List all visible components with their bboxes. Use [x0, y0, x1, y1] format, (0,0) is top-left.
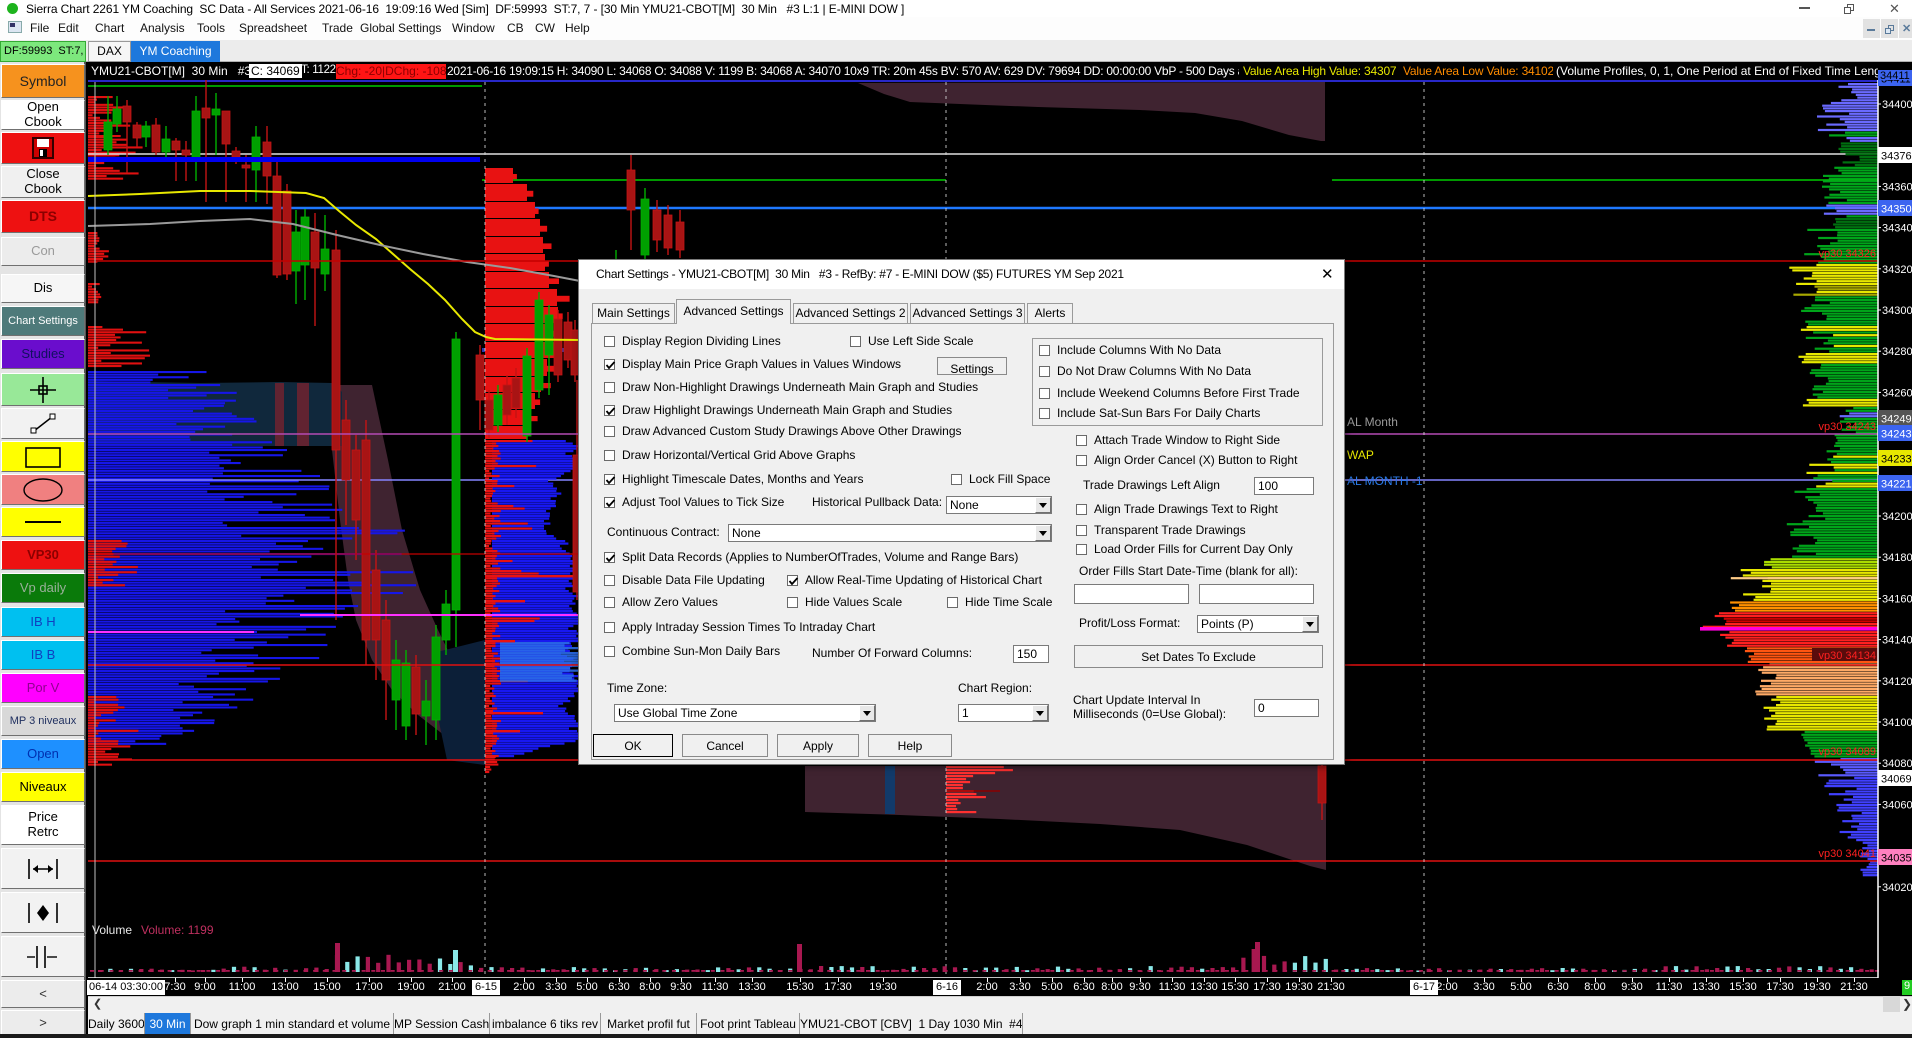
svg-text:34340: 34340 [1882, 223, 1912, 235]
svg-text:AL Month: AL Month [1347, 415, 1398, 429]
svg-text:34080: 34080 [1882, 758, 1912, 770]
svg-text:vp30 34326: vp30 34326 [1819, 248, 1877, 260]
svg-text:34120: 34120 [1882, 676, 1912, 688]
svg-text:34221: 34221 [1881, 479, 1912, 491]
svg-text:34035: 34035 [1881, 853, 1912, 865]
svg-text:34249: 34249 [1881, 414, 1912, 426]
svg-text:34069: 34069 [1881, 774, 1912, 786]
svg-text:34233: 34233 [1881, 454, 1912, 466]
svg-text:34160: 34160 [1882, 593, 1912, 605]
svg-text:34320: 34320 [1882, 264, 1912, 276]
svg-text:34060: 34060 [1882, 799, 1912, 811]
svg-text:34020: 34020 [1882, 882, 1912, 894]
svg-text:34376: 34376 [1881, 151, 1912, 163]
svg-text:34140: 34140 [1882, 635, 1912, 647]
svg-text:34180: 34180 [1882, 552, 1912, 564]
svg-text:34350: 34350 [1881, 204, 1912, 216]
svg-text:34260: 34260 [1882, 387, 1912, 399]
svg-text:34300: 34300 [1882, 305, 1912, 317]
svg-text:AL MONTH -1: AL MONTH -1 [1347, 474, 1423, 488]
svg-text:WAP: WAP [1347, 448, 1374, 462]
svg-text:vp30 34089: vp30 34089 [1819, 746, 1877, 758]
svg-text:34411: 34411 [1881, 80, 1911, 86]
svg-text:vp30 34041: vp30 34041 [1819, 848, 1877, 860]
svg-text:34360: 34360 [1882, 181, 1912, 193]
svg-text:34280: 34280 [1882, 346, 1912, 358]
svg-text:vp30 34243: vp30 34243 [1819, 421, 1877, 433]
svg-text:Volume: Volume [92, 923, 132, 937]
svg-text:34100: 34100 [1882, 717, 1912, 729]
svg-text:vp30 34134: vp30 34134 [1819, 650, 1877, 662]
svg-text:34243: 34243 [1881, 429, 1912, 441]
svg-text:34200: 34200 [1882, 511, 1912, 523]
svg-text:Volume: 1199: Volume: 1199 [141, 923, 214, 937]
svg-text:34400: 34400 [1882, 99, 1912, 111]
